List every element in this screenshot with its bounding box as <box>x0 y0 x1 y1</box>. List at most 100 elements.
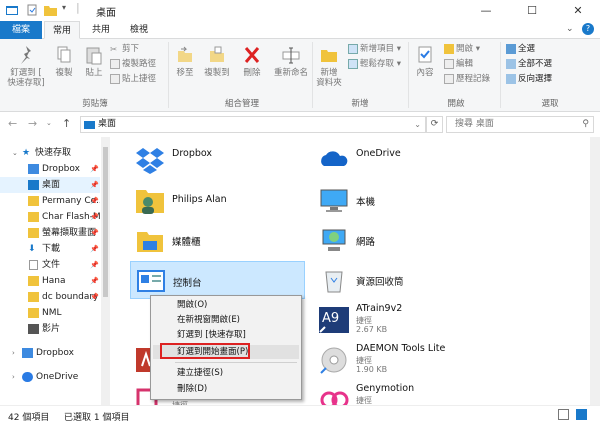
help-icon[interactable]: ? <box>582 23 594 35</box>
nav-item-desktop[interactable]: 桌面 📌 <box>0 177 100 193</box>
nav-item-quick-access[interactable]: ⌄ ★ 快速存取 <box>0 145 100 161</box>
recycle-bin-icon <box>325 271 343 293</box>
nav-item-downloads[interactable]: ⬇ 下載 📌 <box>0 241 100 257</box>
paste-button[interactable]: 貼上 <box>82 45 106 78</box>
nav-item-label: NML <box>42 308 62 318</box>
open-button[interactable]: 開啟 ▾ <box>444 43 480 56</box>
menu-item-create-shortcut[interactable]: 建立捷徑(S) <box>153 366 299 380</box>
paste-shortcut-button[interactable]: 貼上捷徑 <box>110 73 156 86</box>
select-none-button[interactable]: 全部不選 <box>506 58 552 71</box>
copy-path-icon <box>110 58 120 69</box>
copy-path-button[interactable]: 複製路徑 <box>110 58 156 71</box>
file-item-genymotion[interactable]: Genymotion 捷徑 <box>314 381 489 405</box>
tab-home[interactable]: 常用 <box>44 21 81 39</box>
select-all-button[interactable]: 全選 <box>506 43 535 56</box>
pin-icon: 📌 <box>90 197 99 205</box>
maximize-button[interactable]: ☐ <box>510 0 554 21</box>
nav-item-hana[interactable]: Hana 📌 <box>0 273 100 289</box>
back-button[interactable]: ← <box>8 117 17 130</box>
window-title: 桌面 <box>96 8 116 19</box>
menu-item-open-new-window[interactable]: 在新視窗開啟(E) <box>153 313 299 327</box>
nav-item-nml[interactable]: NML <box>0 305 100 321</box>
easy-access-label: 輕鬆存取 ▾ <box>360 59 401 69</box>
address-input[interactable]: 桌面 ⌄ <box>80 116 426 133</box>
menu-item-delete[interactable]: 刪除(D) <box>153 382 299 396</box>
file-item-recycle-bin[interactable]: 資源回收筒 <box>314 261 489 299</box>
properties-button[interactable]: 內容 <box>412 45 438 78</box>
edit-button[interactable]: 編輯 <box>444 58 473 71</box>
file-item-this-pc[interactable]: 本機 <box>314 181 489 219</box>
file-item-atrain[interactable]: A9 ATrain9v2 捷徑 2.67 KB <box>314 301 489 339</box>
folder-icon[interactable] <box>44 4 57 16</box>
refresh-button[interactable]: ⟳ <box>426 116 443 133</box>
details-view-icon[interactable] <box>558 409 569 420</box>
nav-item-dropbox-root[interactable]: › Dropbox <box>0 345 100 361</box>
pin-icon: 📌 <box>90 245 99 253</box>
file-item-dropbox[interactable]: Dropbox <box>130 141 305 179</box>
nav-item-documents[interactable]: 文件 📌 <box>0 257 100 273</box>
rename-button[interactable]: 重新命名 <box>270 45 312 78</box>
new-item-button[interactable]: 新增項目 ▾ <box>348 43 401 56</box>
chevron-right-icon[interactable]: › <box>12 369 15 385</box>
pin-quick-access-label: 釘選到 [ 快速存取] <box>7 68 45 88</box>
nav-item-onedrive[interactable]: › OneDrive <box>0 369 100 385</box>
copy-path-label: 複製路徑 <box>122 59 157 69</box>
tab-share[interactable]: 共用 <box>84 21 118 39</box>
nav-item-permany[interactable]: Permany Co... 📌 <box>0 193 100 209</box>
easy-access-button[interactable]: 輕鬆存取 ▾ <box>348 58 401 71</box>
qat-dropdown-icon[interactable]: ▾ <box>62 3 66 12</box>
new-folder-button[interactable]: 新增 資料夾 <box>314 45 344 88</box>
folder-icon <box>28 308 39 318</box>
file-name: 本機 <box>356 197 376 208</box>
properties-icon[interactable] <box>26 4 38 16</box>
pin-icon: 📌 <box>90 293 99 301</box>
chevron-down-icon[interactable]: ⌄ <box>12 145 18 161</box>
close-button[interactable]: ✕ <box>556 0 600 21</box>
forward-button[interactable]: → <box>28 117 37 130</box>
content-scrollbar[interactable] <box>590 137 600 405</box>
atrain-icon: A9 <box>319 307 349 333</box>
nav-item-videos[interactable]: 影片 <box>0 321 100 337</box>
address-dropdown-icon[interactable]: ⌄ <box>414 117 421 132</box>
file-name: Genymotion <box>356 383 415 394</box>
file-name: 網路 <box>356 237 376 248</box>
cut-button[interactable]: ✂ 剪下 <box>110 43 139 56</box>
file-item-control-panel[interactable]: 控制台 <box>130 261 305 299</box>
ribbon-expand-icon[interactable]: ⌄ <box>566 24 574 34</box>
file-item-philips[interactable]: Philips Alan <box>130 181 305 219</box>
file-item-libraries[interactable]: 媒體櫃 <box>130 221 305 259</box>
menu-item-pin-quick-access[interactable]: 釘選到 [快速存取] <box>153 328 299 342</box>
nav-item-dc-boundary[interactable]: dc boundary 📌 <box>0 289 100 305</box>
file-item-daemon[interactable]: DAEMON Tools Lite 捷徑 1.90 KB <box>314 341 489 379</box>
nav-scrollbar[interactable] <box>101 137 110 405</box>
copy-button[interactable]: 複製 <box>52 45 76 78</box>
large-icons-view-icon[interactable] <box>576 409 587 420</box>
move-to-button[interactable]: 移至 <box>172 45 198 78</box>
copy-icon <box>57 46 71 63</box>
tab-view[interactable]: 檢視 <box>122 21 156 39</box>
copy-to-button[interactable]: 複製到 <box>202 45 232 78</box>
nav-item-screenshots[interactable]: 螢幕擷取畫面 📌 <box>0 225 100 241</box>
nav-item-label: Dropbox <box>36 348 74 358</box>
edit-label: 編輯 <box>456 59 474 69</box>
tab-file[interactable]: 檔案 <box>0 21 42 39</box>
file-item-onedrive[interactable]: OneDrive <box>314 141 489 179</box>
nav-item-dropbox[interactable]: Dropbox 📌 <box>0 161 100 177</box>
nav-scroll-thumb[interactable] <box>103 147 108 297</box>
minimize-button[interactable]: — <box>464 0 508 21</box>
invert-selection-button[interactable]: 反向選擇 <box>506 73 552 86</box>
chevron-right-icon[interactable]: › <box>12 345 15 361</box>
menu-item-open[interactable]: 開啟(O) <box>153 298 299 312</box>
file-item-network[interactable]: 網路 <box>314 221 489 259</box>
daemon-icon <box>320 347 347 374</box>
delete-button[interactable]: 刪除 <box>238 45 266 78</box>
history-button[interactable]: 歷程記錄 <box>444 73 490 86</box>
pin-icon: 📌 <box>90 165 99 173</box>
up-button[interactable]: ↑ <box>62 117 71 130</box>
navigation-pane: ⌄ ★ 快速存取 Dropbox 📌 桌面 📌 Permany Co... 📌 Char … <box>0 137 110 405</box>
pin-quick-access-button[interactable]: 釘選到 [ 快速存取] <box>4 45 48 88</box>
search-input[interactable]: 搜尋 桌面 ⚲ <box>446 116 594 133</box>
new-folder-label: 新增 資料夾 <box>316 68 342 88</box>
recent-dropdown-icon[interactable]: ⌄ <box>46 119 52 127</box>
nav-item-char-flash[interactable]: Char Flash-M...📌 <box>0 209 100 225</box>
